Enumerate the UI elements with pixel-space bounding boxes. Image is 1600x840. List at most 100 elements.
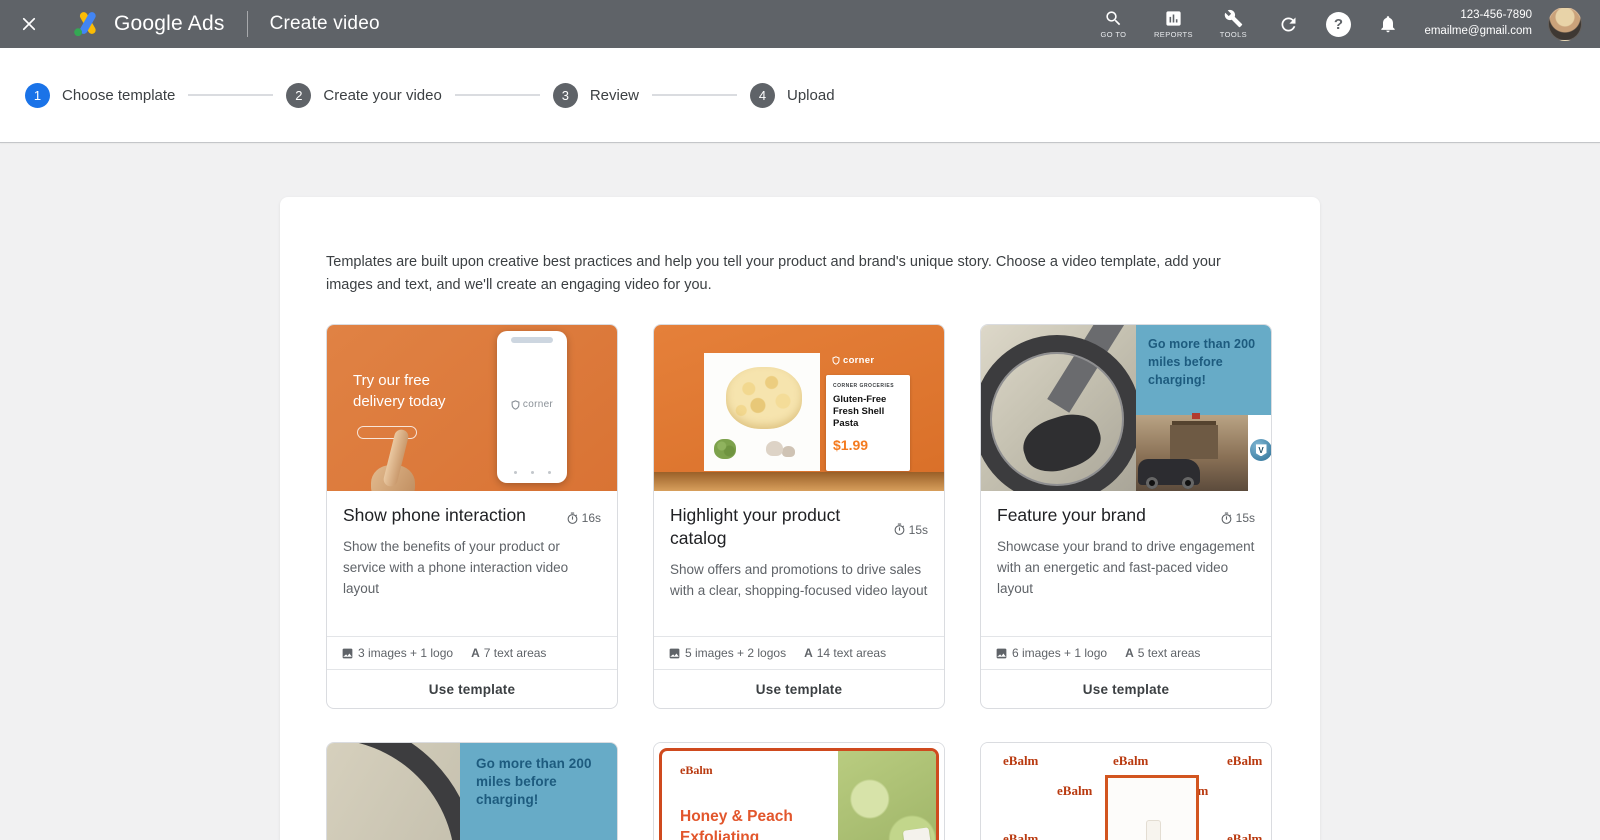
help-button[interactable]: ? bbox=[1316, 2, 1360, 46]
go-to-button[interactable]: GO TO bbox=[1086, 9, 1140, 39]
step-connector bbox=[652, 94, 737, 96]
step-number: 3 bbox=[553, 83, 578, 108]
tools-label: TOOLS bbox=[1220, 30, 1247, 39]
go-to-label: GO TO bbox=[1101, 30, 1127, 39]
use-template-button[interactable]: Use template bbox=[327, 669, 617, 708]
duration-badge: 15s bbox=[893, 509, 928, 550]
template-card-row2-3: eBalm eBalm eBalm eBalm eBalm eBalm eBal… bbox=[980, 742, 1272, 840]
template-description: Show offers and promotions to drive sale… bbox=[670, 560, 928, 602]
step-upload[interactable]: 4 Upload bbox=[750, 83, 835, 108]
main-content: Templates are built upon creative best p… bbox=[0, 144, 1600, 840]
mushroom-illustration bbox=[766, 441, 783, 456]
corner-brand-logo: corner bbox=[497, 399, 567, 410]
thumb-overlay-text: Try our free delivery today bbox=[353, 371, 478, 412]
use-template-button[interactable]: Use template bbox=[654, 669, 944, 708]
template-title: Feature your brand bbox=[997, 504, 1146, 527]
bar-chart-icon bbox=[1164, 9, 1183, 28]
images-meta: 3 images + 1 logo bbox=[341, 646, 453, 660]
template-grid-row-2: Go more than 200 miles before charging! … bbox=[326, 742, 1272, 840]
intro-text: Templates are built upon creative best p… bbox=[326, 251, 1231, 297]
product-price: $1.99 bbox=[833, 437, 903, 453]
ebalm-brand-logo: eBalm bbox=[1113, 753, 1148, 769]
template-meta: 6 images + 1 logo A 5 text areas bbox=[981, 636, 1271, 669]
reports-label: REPORTS bbox=[1154, 30, 1193, 39]
phone-illustration: corner bbox=[497, 331, 567, 483]
template-thumbnail: eBalm eBalm eBalm eBalm eBalm eBalm eBal… bbox=[981, 743, 1271, 840]
product-frame bbox=[1105, 775, 1199, 840]
template-card-highlight-product-catalog: corner CORNER GROCERIES Gluten-Free Fres… bbox=[653, 324, 945, 709]
text-icon: A bbox=[471, 646, 480, 660]
step-connector bbox=[188, 94, 273, 96]
brand-shield-logo-icon: V bbox=[1250, 439, 1271, 461]
notifications-button[interactable] bbox=[1366, 2, 1410, 46]
page-title: Create video bbox=[270, 13, 380, 35]
step-choose-template[interactable]: 1 Choose template bbox=[25, 83, 175, 108]
card-body: Feature your brand 15s Showcase your bra… bbox=[981, 491, 1271, 636]
shield-icon bbox=[511, 400, 520, 410]
template-card-row2-1: Go more than 200 miles before charging! bbox=[326, 742, 618, 840]
broccoli-illustration bbox=[714, 439, 736, 459]
images-meta: 5 images + 2 logos bbox=[668, 646, 786, 660]
template-card-row2-2: eBalm Honey & Peach Exfoliating bbox=[653, 742, 945, 840]
phone-nav-dots bbox=[497, 471, 567, 474]
duration-badge: 15s bbox=[1220, 509, 1255, 527]
ebalm-brand-logo: eBalm bbox=[1227, 753, 1262, 769]
close-icon bbox=[20, 15, 38, 33]
ad-frame: eBalm Honey & Peach Exfoliating bbox=[659, 748, 939, 840]
step-label: Review bbox=[590, 87, 639, 104]
ebalm-brand-logo: eBalm bbox=[680, 763, 713, 778]
template-meta: 5 images + 2 logos A 14 text areas bbox=[654, 636, 944, 669]
refresh-button[interactable] bbox=[1266, 2, 1310, 46]
product-name: Gluten-Free Fresh Shell Pasta bbox=[833, 394, 903, 430]
refresh-icon bbox=[1278, 14, 1299, 35]
headline-banner: Go more than 200 miles before charging! bbox=[460, 743, 617, 840]
price-card: CORNER GROCERIES Gluten-Free Fresh Shell… bbox=[826, 375, 910, 471]
car-house-photo bbox=[1136, 415, 1248, 491]
store-name: CORNER GROCERIES bbox=[833, 383, 903, 389]
ebalm-brand-logo: eBalm bbox=[1227, 831, 1262, 840]
account-info[interactable]: 123-456-7890 emailme@gmail.com bbox=[1424, 8, 1532, 39]
template-grid-row-1: Try our free delivery today corner bbox=[326, 324, 1272, 709]
plant-photo bbox=[838, 751, 939, 840]
stopwatch-icon bbox=[566, 512, 579, 525]
card-body: Show phone interaction 16s Show the bene… bbox=[327, 491, 617, 636]
step-create-your-video[interactable]: 2 Create your video bbox=[286, 83, 441, 108]
phone-status-bar bbox=[511, 337, 553, 343]
reports-button[interactable]: REPORTS bbox=[1146, 9, 1200, 39]
text-areas-meta: A 5 text areas bbox=[1125, 646, 1200, 660]
stopwatch-icon bbox=[1220, 512, 1233, 525]
text-areas-meta: A 14 text areas bbox=[804, 646, 886, 660]
shield-icon bbox=[832, 356, 840, 365]
header-divider bbox=[247, 11, 248, 37]
app-header: Google Ads Create video GO TO REPORTS TO… bbox=[0, 0, 1600, 48]
step-number: 4 bbox=[750, 83, 775, 108]
logo-sidebar: V bbox=[1248, 415, 1271, 491]
template-title: Show phone interaction bbox=[343, 504, 526, 527]
account-email: emailme@gmail.com bbox=[1424, 24, 1532, 40]
close-button[interactable] bbox=[0, 0, 56, 48]
google-ads-logo-icon bbox=[70, 9, 104, 39]
duration-badge: 16s bbox=[566, 509, 601, 527]
wrench-icon bbox=[1224, 9, 1243, 28]
step-review[interactable]: 3 Review bbox=[553, 83, 639, 108]
template-title: Highlight your product catalog bbox=[670, 504, 885, 550]
steering-wheel-closeup-photo bbox=[327, 743, 460, 840]
tools-button[interactable]: TOOLS bbox=[1206, 9, 1260, 39]
template-description: Showcase your brand to drive engagement … bbox=[997, 537, 1255, 600]
headline-banner: Go more than 200 miles before charging! bbox=[1136, 325, 1271, 415]
step-label: Upload bbox=[787, 87, 835, 104]
template-meta: 3 images + 1 logo A 7 text areas bbox=[327, 636, 617, 669]
step-number: 1 bbox=[25, 83, 50, 108]
ebalm-brand-logo: eBalm bbox=[1003, 753, 1038, 769]
step-number: 2 bbox=[286, 83, 311, 108]
ad-heading: Honey & Peach Exfoliating bbox=[680, 807, 830, 840]
text-icon: A bbox=[1125, 646, 1134, 660]
ebalm-brand-logo: eBalm bbox=[1057, 783, 1092, 799]
desk-surface bbox=[654, 472, 944, 491]
help-icon: ? bbox=[1326, 12, 1351, 37]
template-picker-panel: Templates are built upon creative best p… bbox=[280, 197, 1320, 840]
template-card-feature-your-brand: Go more than 200 miles before charging! … bbox=[980, 324, 1272, 709]
use-template-button[interactable]: Use template bbox=[981, 669, 1271, 708]
step-label: Create your video bbox=[323, 87, 441, 104]
avatar[interactable] bbox=[1548, 7, 1582, 41]
